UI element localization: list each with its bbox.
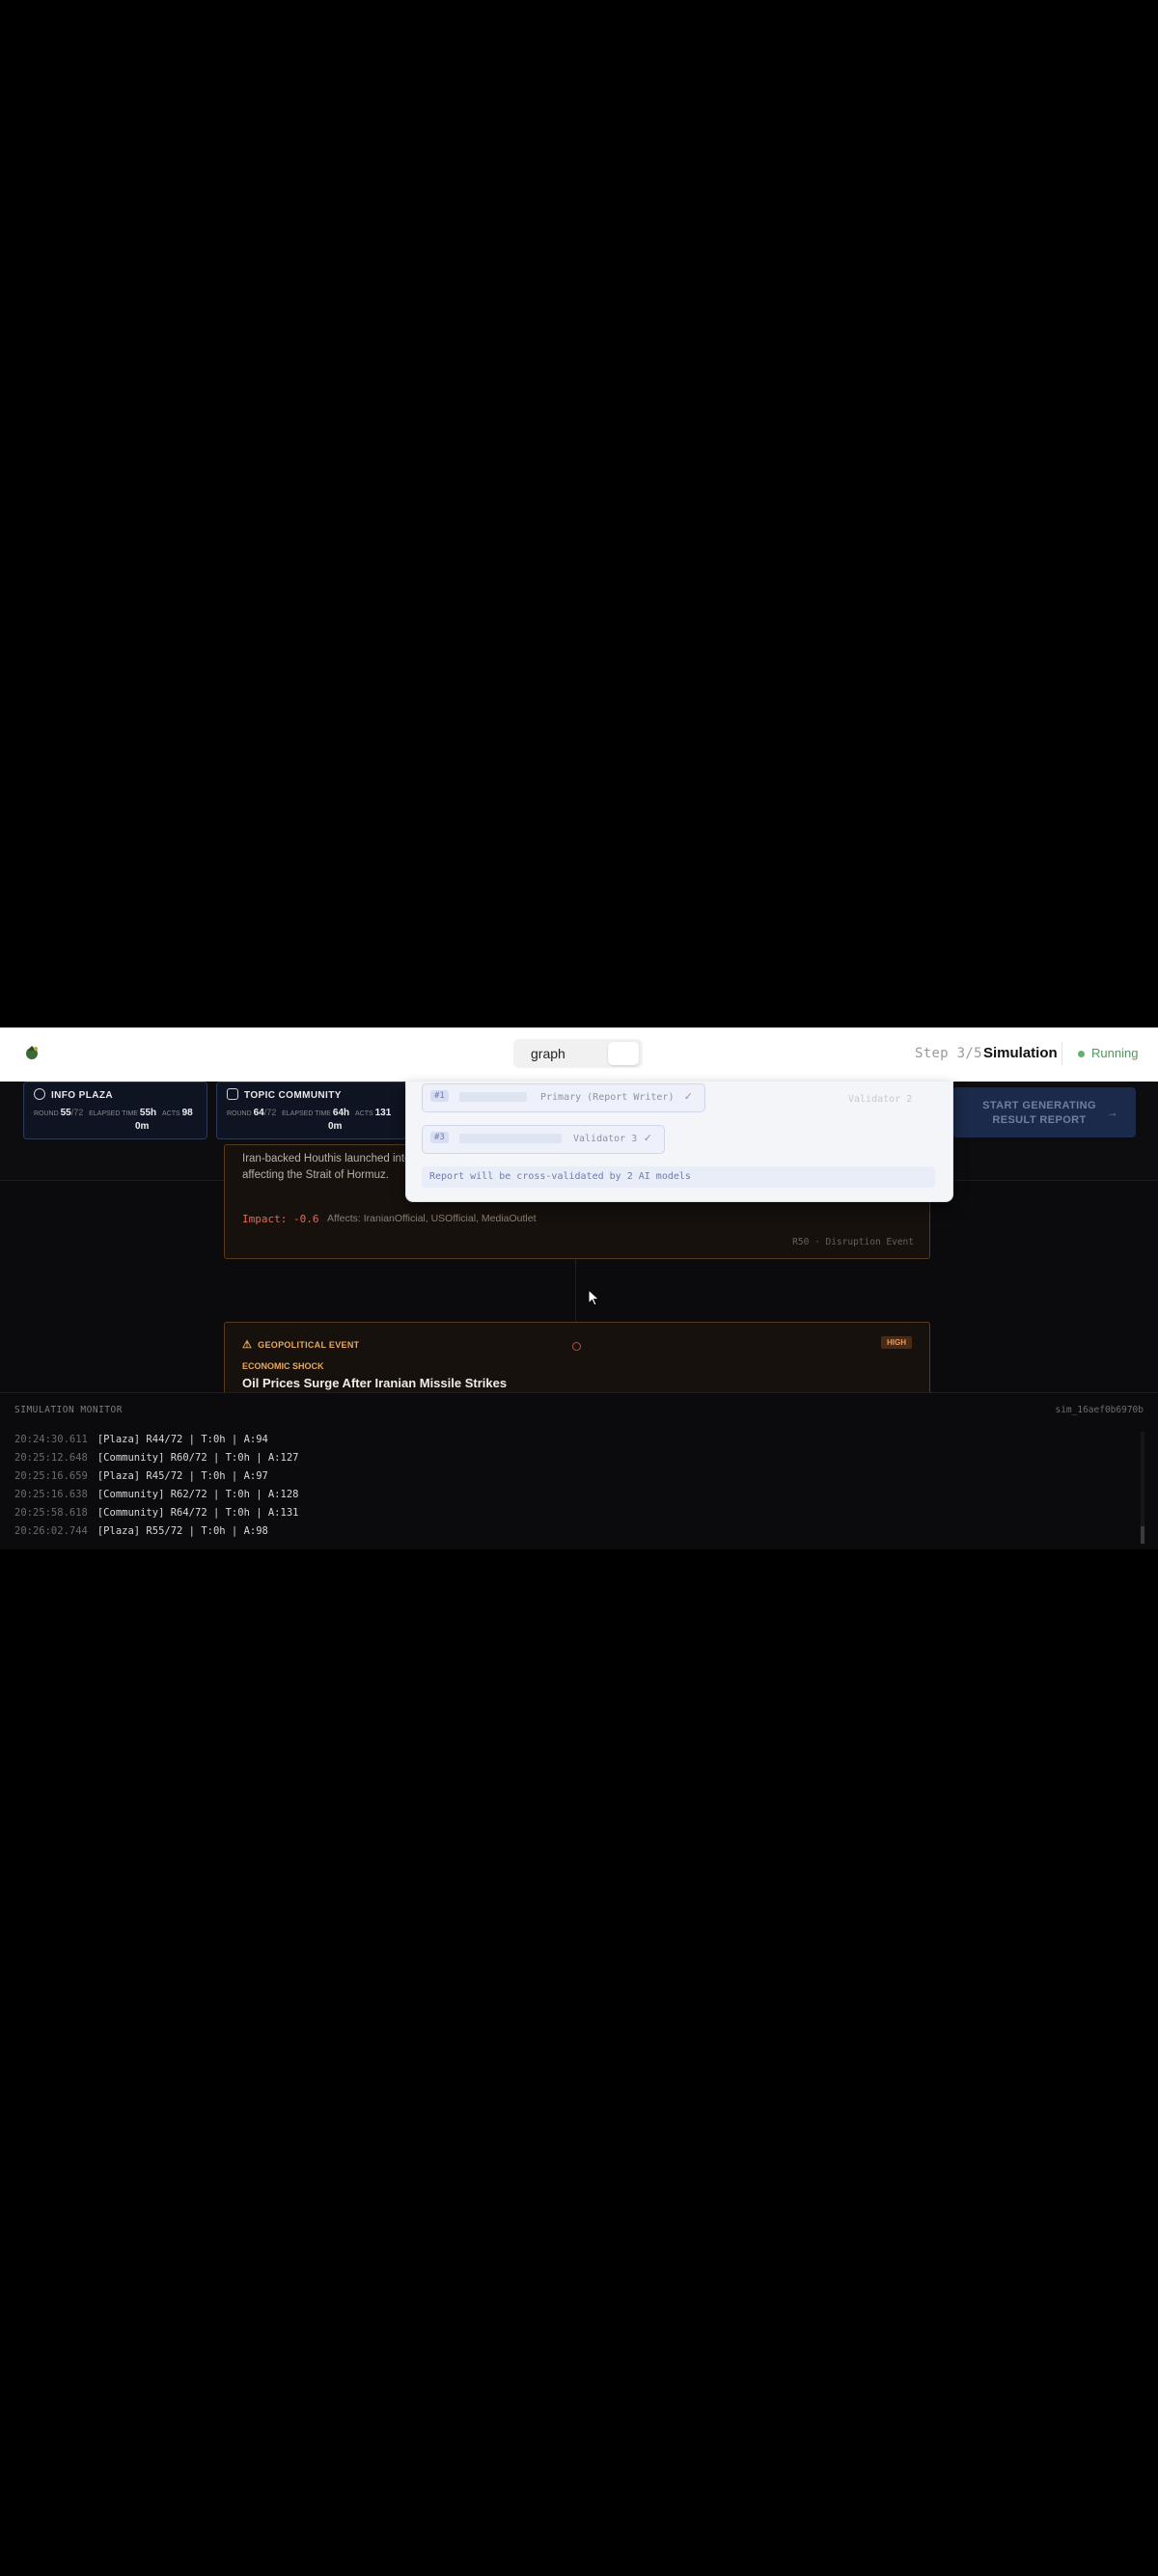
log-timestamp: 20:25:16.659: [14, 1470, 88, 1482]
severity-badge: HIGH: [881, 1336, 912, 1349]
model-role: Primary (Report Writer): [540, 1092, 675, 1103]
log-line: 20:25:16.659 [Plaza] R45/72 | T:0h | A:97: [14, 1470, 298, 1489]
log-timestamp: 20:26:02.744: [14, 1525, 88, 1537]
scrollbar-thumb[interactable]: [1141, 1526, 1144, 1544]
log-timestamp: 20:24:30.611: [14, 1434, 88, 1445]
step-name: Simulation: [983, 1045, 1058, 1061]
mouse-cursor-icon: [588, 1289, 600, 1306]
acts-label: ACTS: [161, 1110, 180, 1117]
status-text: Running: [1091, 1046, 1139, 1060]
event-kind-label: GEOPOLITICAL EVENT: [258, 1340, 360, 1350]
model-role: Validator 3: [573, 1134, 638, 1144]
model-index: #3: [430, 1132, 449, 1143]
monitor-scrollbar[interactable]: [1141, 1432, 1144, 1544]
log-line: 20:25:16.638 [Community] R62/72 | T:0h | …: [14, 1489, 298, 1507]
topic-community-stats: ROUND 64/72 ELAPSED TIME 64h ACTS 131: [227, 1108, 391, 1118]
cross-validation-note: Report will be cross-validated by 2 AI m…: [422, 1166, 935, 1188]
log-line: 20:25:12.648 [Community] R60/72 | T:0h | …: [14, 1452, 298, 1470]
top-bar: graph Step 3/5 Simulation Running: [0, 1028, 1158, 1082]
simulation-monitor: SIMULATION MONITOR sim_16aef0b6970b 20:2…: [0, 1392, 1158, 1549]
event-impact: Impact: -0.6: [242, 1213, 319, 1225]
log-timestamp: 20:25:12.648: [14, 1452, 88, 1464]
view-toggle-label: graph: [531, 1046, 565, 1061]
elapsed-value: 64h: [332, 1108, 350, 1118]
log-line: 20:25:58.618 [Community] R64/72 | T:0h | …: [14, 1507, 298, 1525]
round-value: 55: [60, 1108, 71, 1118]
step-indicator: Step 3/5: [915, 1046, 982, 1061]
model-selector-dropdown: #1 Primary (Report Writer) ✓ Validator 2…: [405, 1082, 953, 1202]
log-timestamp: 20:25:16.638: [14, 1489, 88, 1500]
round-value: 64: [253, 1108, 264, 1118]
event-category: ECONOMIC SHOCK: [242, 1361, 324, 1371]
log-timestamp: 20:25:58.618: [14, 1507, 88, 1519]
topic-community-label: TOPIC COMMUNITY: [244, 1090, 342, 1101]
monitor-title: SIMULATION MONITOR: [14, 1405, 123, 1415]
log-list: 20:24:30.611 [Plaza] R44/72 | T:0h | A:94…: [14, 1434, 298, 1544]
log-message: [Community] R64/72 | T:0h | A:131: [96, 1507, 299, 1519]
acts-value: 131: [374, 1108, 392, 1118]
info-plaza-stats: ROUND 55/72 ELAPSED TIME 55h ACTS 98: [34, 1108, 193, 1118]
log-line: 20:26:02.744 [Plaza] R55/72 | T:0h | A:98: [14, 1525, 298, 1544]
model-name-placeholder: [459, 1134, 562, 1143]
elapsed-minutes: 0m: [328, 1121, 343, 1132]
log-message: [Community] R60/72 | T:0h | A:127: [96, 1452, 299, 1464]
event-affects: Affects: IranianOfficial, USOfficial, Me…: [327, 1213, 537, 1224]
check-icon: ✓: [683, 1091, 693, 1103]
arrow-right-icon: →: [1106, 1106, 1118, 1119]
view-toggle[interactable]: graph: [513, 1039, 643, 1068]
globe-icon: [34, 1088, 45, 1100]
model-name-placeholder: [459, 1092, 527, 1102]
timeline-marker-icon: [572, 1342, 581, 1351]
elapsed-label: ELAPSED TIME: [89, 1110, 138, 1117]
topic-community-card[interactable]: TOPIC COMMUNITY ROUND 64/72 ELAPSED TIME…: [216, 1082, 406, 1139]
round-total: /72: [263, 1108, 277, 1117]
chat-bubble-icon: [227, 1088, 238, 1100]
model-chip-validator-3[interactable]: #3 Validator 3 ✓: [422, 1125, 665, 1154]
log-message: [Plaza] R45/72 | T:0h | A:97: [96, 1470, 268, 1482]
round-total: /72: [70, 1108, 84, 1117]
model-index: #1: [430, 1090, 449, 1102]
acts-label: ACTS: [354, 1110, 373, 1117]
validator-2-slot[interactable]: Validator 2: [848, 1094, 912, 1105]
view-toggle-knob[interactable]: [608, 1042, 639, 1065]
log-line: 20:24:30.611 [Plaza] R44/72 | T:0h | A:94: [14, 1434, 298, 1452]
status-dot-icon: [1078, 1051, 1085, 1057]
event-round: R50 · Disruption Event: [792, 1237, 914, 1247]
round-label: ROUND: [34, 1110, 59, 1117]
topic-community-title: TOPIC COMMUNITY: [227, 1088, 342, 1101]
log-message: [Plaza] R55/72 | T:0h | A:98: [96, 1525, 268, 1537]
event-card[interactable]: ⚠ GEOPOLITICAL EVENT HIGH ECONOMIC SHOCK …: [224, 1322, 930, 1392]
info-plaza-card[interactable]: INFO PLAZA ROUND 55/72 ELAPSED TIME 55h …: [23, 1082, 207, 1139]
elapsed-minutes: 0m: [135, 1121, 150, 1132]
simulation-id: sim_16aef0b6970b: [1055, 1405, 1144, 1415]
model-chip-primary[interactable]: #1 Primary (Report Writer) ✓: [422, 1083, 705, 1112]
warning-icon: ⚠: [242, 1339, 253, 1351]
event-kind: ⚠ GEOPOLITICAL EVENT: [242, 1338, 359, 1351]
app-logo-icon[interactable]: [23, 1044, 41, 1061]
elapsed-label: ELAPSED TIME: [282, 1110, 331, 1117]
elapsed-value: 55h: [139, 1108, 157, 1118]
round-label: ROUND: [227, 1110, 252, 1117]
check-icon: ✓: [643, 1133, 652, 1144]
info-plaza-label: INFO PLAZA: [51, 1090, 113, 1101]
info-plaza-title: INFO PLAZA: [34, 1088, 113, 1101]
log-message: [Plaza] R44/72 | T:0h | A:94: [96, 1434, 268, 1445]
event-title: Oil Prices Surge After Iranian Missile S…: [242, 1376, 508, 1390]
log-message: [Community] R62/72 | T:0h | A:128: [96, 1489, 299, 1500]
start-report-label: START GENERATING RESULT REPORT: [982, 1100, 1096, 1126]
start-report-button[interactable]: START GENERATING RESULT REPORT →: [952, 1087, 1136, 1137]
elapsed-minutes-row: 0m: [135, 1121, 149, 1132]
acts-value: 98: [181, 1108, 193, 1118]
cross-validation-text: Report will be cross-validated by 2 AI m…: [429, 1171, 691, 1182]
elapsed-minutes-row: 0m: [328, 1121, 342, 1132]
